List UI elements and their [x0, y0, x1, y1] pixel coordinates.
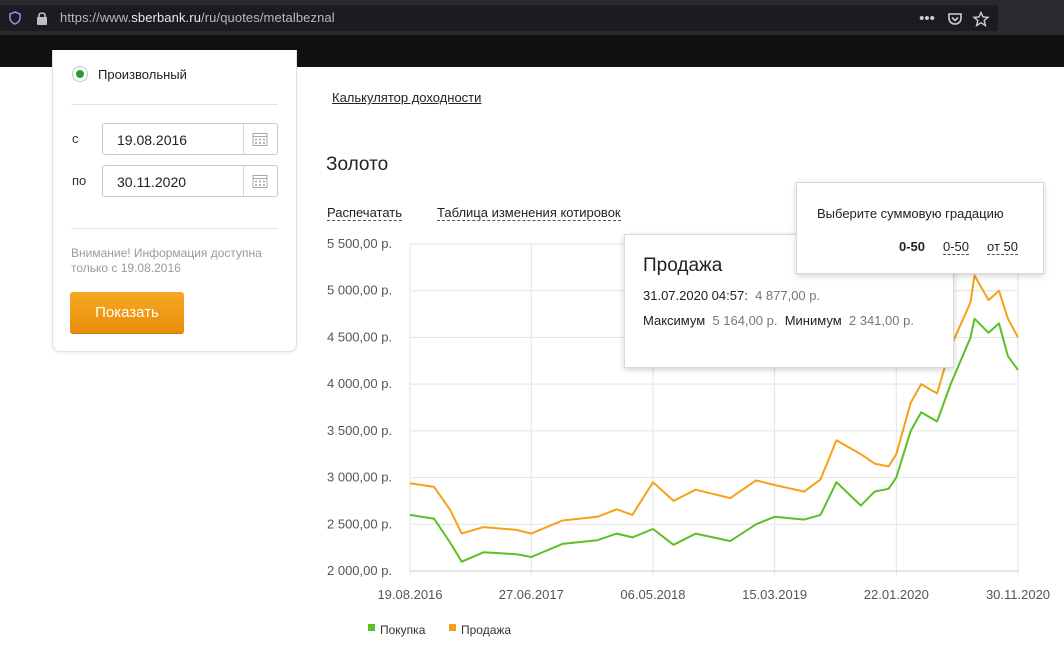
y-tick-label: 4 500,00 р.	[327, 329, 392, 344]
y-tick-label: 5 000,00 р.	[327, 283, 392, 298]
x-tick-label: 19.08.2016	[377, 587, 442, 602]
gradation-option-over-50[interactable]: от 50	[987, 239, 1018, 255]
tooltip-min-label: Минимум	[784, 313, 842, 328]
y-tick-label: 2 000,00 р.	[327, 563, 392, 578]
x-tick-label: 30.11.2020	[986, 587, 1050, 602]
legend-item-buy[interactable]: Покупка	[380, 623, 425, 637]
tooltip-datetime: 31.07.2020 04:57:	[643, 288, 748, 303]
y-tick-label: 3 500,00 р.	[327, 423, 392, 438]
tooltip-min-value: 2 341,00 р.	[848, 313, 914, 328]
tooltip-range: Максимум 5 164,00 р. Минимум 2 341,00 р.	[643, 313, 914, 328]
x-tick-label: 15.03.2019	[742, 587, 807, 602]
y-tick-label: 3 000,00 р.	[327, 470, 392, 485]
y-tick-label: 2 500,00 р.	[327, 516, 392, 531]
tooltip-max-value: 5 164,00 р.	[712, 313, 778, 328]
tooltip-title: Продажа	[643, 255, 723, 276]
x-tick-label: 27.06.2017	[499, 587, 564, 602]
x-tick-label: 22.01.2020	[864, 587, 929, 602]
gradation-option[interactable]: 0-50	[943, 239, 970, 255]
y-axis: 5 500,00 р. 5 000,00 р. 4 500,00 р. 4 000,0…	[327, 236, 392, 578]
tooltip-point: 31.07.2020 04:57: 4 877,00 р.	[643, 288, 820, 303]
y-tick-label: 4 000,00 р.	[327, 376, 392, 391]
gradation-popup: Выберите суммовую градацию 0-50 0-50 от …	[796, 182, 1044, 274]
x-tick-label: 06.05.2018	[620, 587, 685, 602]
tooltip-max-label: Максимум	[643, 313, 706, 328]
gradation-option-selected[interactable]: 0-50	[899, 239, 925, 254]
x-axis: 19.08.2016 27.06.2017 06.05.2018 15.03.2019…	[377, 570, 1050, 602]
gradation-title: Выберите суммовую градацию	[817, 206, 1004, 221]
y-tick-label: 5 500,00 р.	[327, 236, 392, 251]
legend-swatch-buy	[368, 624, 375, 631]
tooltip-value: 4 877,00 р.	[755, 288, 821, 303]
legend-item-sell[interactable]: Продажа	[461, 623, 511, 637]
legend-swatch-sell	[449, 624, 456, 631]
